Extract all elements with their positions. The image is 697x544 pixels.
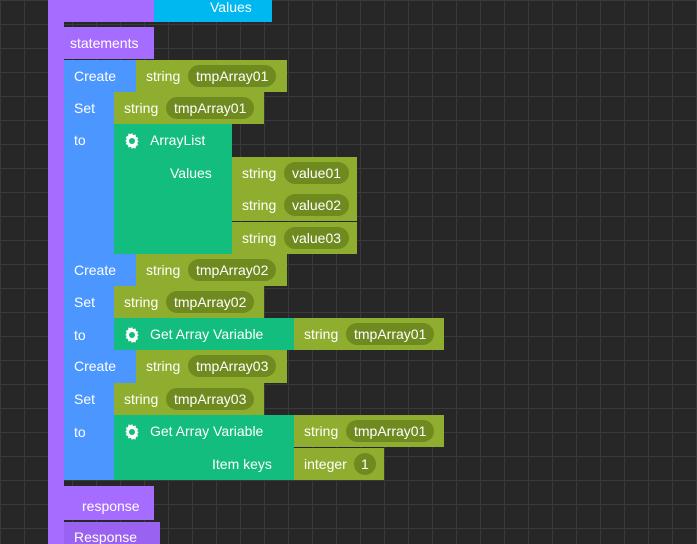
procedure-header[interactable] — [64, 0, 154, 22]
string-type-label: string — [242, 197, 277, 213]
set-block-3[interactable]: Set to — [64, 383, 114, 480]
create-keyword: Create — [74, 68, 117, 84]
string-type-label: string — [304, 423, 339, 439]
variable-name-pill[interactable]: tmpArray01 — [188, 65, 277, 87]
string-variable-block[interactable]: string tmpArray01 — [114, 92, 264, 124]
values-label: Values — [210, 0, 252, 15]
set-keyword: Set — [74, 100, 96, 116]
values-block[interactable]: Values — [154, 0, 272, 22]
set-block-1[interactable]: Set to — [64, 92, 114, 254]
string-variable-block[interactable]: string tmpArray02 — [114, 286, 264, 318]
to-label: to — [74, 132, 86, 148]
values-label: Values — [170, 165, 212, 181]
to-label: to — [74, 327, 86, 343]
string-type-label: string — [242, 230, 277, 246]
string-variable-block[interactable]: string tmpArray03 — [136, 350, 287, 383]
response-block-label: Response — [74, 529, 138, 544]
to-label: to — [74, 424, 86, 440]
string-type-label: string — [146, 358, 181, 374]
variable-name-pill[interactable]: tmpArray02 — [166, 291, 255, 313]
string-value-block[interactable]: string value03 — [232, 222, 357, 254]
arraylist-block[interactable]: ArrayList Values — [114, 124, 232, 254]
variable-name-pill[interactable]: tmpArray03 — [188, 355, 277, 377]
string-type-label: string — [124, 294, 159, 310]
string-type-label: string — [146, 68, 181, 84]
set-block-2[interactable]: Set to — [64, 286, 114, 350]
variable-name-pill[interactable]: tmpArray01 — [166, 97, 255, 119]
string-value-block[interactable]: string value02 — [232, 189, 357, 221]
get-array-variable-block[interactable]: Get Array Variable Item keys — [114, 415, 294, 480]
procedure-block[interactable] — [48, 0, 64, 544]
response-label: response — [82, 498, 140, 514]
get-array-variable-label: Get Array Variable — [150, 326, 264, 342]
set-keyword: Set — [74, 294, 96, 310]
integer-value-block[interactable]: integer 1 — [294, 448, 384, 480]
create-block-2[interactable]: Create — [64, 254, 136, 286]
string-variable-block[interactable]: string tmpArray01 — [136, 60, 287, 92]
string-variable-block[interactable]: string tmpArray03 — [114, 383, 264, 415]
response-row: response — [48, 486, 154, 520]
block-workspace[interactable]: Values statements Create string tmpArray… — [0, 0, 697, 544]
string-type-label: string — [124, 391, 159, 407]
create-block-3[interactable]: Create — [64, 350, 136, 383]
gear-icon — [125, 424, 139, 440]
gear-icon — [125, 327, 139, 343]
string-variable-block[interactable]: string tmpArray01 — [294, 415, 444, 447]
string-type-label: string — [304, 326, 339, 342]
variable-name-pill[interactable]: tmpArray01 — [346, 420, 435, 442]
string-type-label: string — [146, 262, 181, 278]
get-array-variable-label: Get Array Variable — [150, 423, 264, 439]
statements-row: statements — [48, 27, 154, 59]
variable-name-pill[interactable]: tmpArray01 — [346, 323, 435, 345]
arraylist-label: ArrayList — [150, 132, 206, 148]
item-keys-label: Item keys — [212, 456, 272, 472]
integer-type-label: integer — [304, 456, 347, 472]
set-keyword: Set — [74, 391, 96, 407]
create-keyword: Create — [74, 262, 117, 278]
integer-value-pill[interactable]: 1 — [354, 453, 376, 475]
string-variable-block[interactable]: string tmpArray02 — [136, 254, 287, 286]
string-value-block[interactable]: string value01 — [232, 157, 357, 189]
statements-label: statements — [70, 35, 139, 51]
variable-name-pill[interactable]: tmpArray03 — [166, 388, 255, 410]
string-type-label: string — [242, 165, 277, 181]
variable-name-pill[interactable]: tmpArray02 — [188, 259, 277, 281]
gear-icon — [125, 133, 139, 149]
get-array-variable-block[interactable]: Get Array Variable — [114, 318, 294, 350]
value-pill[interactable]: value03 — [284, 227, 350, 249]
string-variable-block[interactable]: string tmpArray01 — [294, 318, 444, 350]
create-keyword: Create — [74, 358, 117, 374]
value-pill[interactable]: value02 — [284, 194, 350, 216]
create-block-1[interactable]: Create — [64, 60, 136, 92]
string-type-label: string — [124, 100, 159, 116]
value-pill[interactable]: value01 — [284, 162, 350, 184]
response-block[interactable]: Response — [64, 522, 160, 544]
